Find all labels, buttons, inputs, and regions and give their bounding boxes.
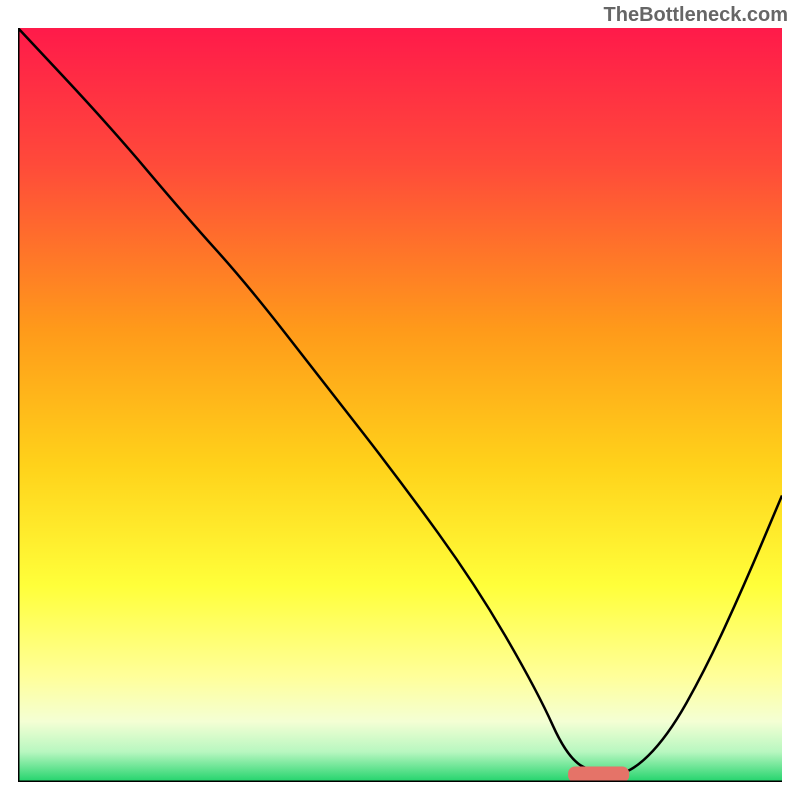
watermark-text: TheBottleneck.com [604,4,788,27]
chart-svg [18,28,782,782]
optimal-marker [568,766,629,782]
gradient-background [18,28,782,782]
chart-container: TheBottleneck.com [0,0,800,800]
